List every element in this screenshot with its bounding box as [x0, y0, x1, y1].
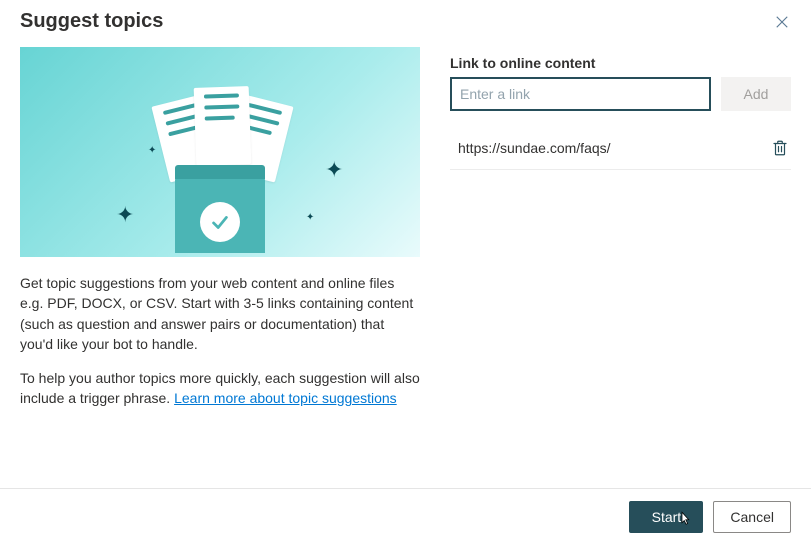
cancel-button[interactable]: Cancel: [713, 501, 791, 533]
panel-footer: Start Cancel: [0, 488, 811, 545]
add-button[interactable]: Add: [721, 77, 791, 111]
trash-icon[interactable]: [771, 139, 789, 157]
link-field-label: Link to online content: [450, 55, 791, 71]
sparkle-icon: ✦: [306, 212, 314, 223]
panel-header: Suggest topics: [0, 0, 811, 33]
sparkle-icon: ✦: [325, 157, 343, 183]
sparkle-icon: ✦: [148, 145, 156, 156]
document-icon: [194, 86, 252, 166]
description-paragraph-1: Get topic suggestions from your web cont…: [20, 273, 420, 354]
right-column: Link to online content Add https://sunda…: [450, 47, 791, 478]
checkmark-icon: [200, 202, 240, 242]
start-button-label: Start: [652, 509, 682, 525]
panel-body: ✦ ✦ ✦ ✦ Get topic suggestions from your …: [0, 33, 811, 488]
link-input[interactable]: [450, 77, 711, 111]
link-list-item: https://sundae.com/faqs/: [450, 129, 791, 170]
illustration: ✦ ✦ ✦ ✦: [20, 47, 420, 257]
link-input-row: Add: [450, 77, 791, 111]
panel-title: Suggest topics: [20, 10, 163, 33]
description-paragraph-2: To help you author topics more quickly, …: [20, 368, 420, 409]
close-icon[interactable]: [773, 13, 791, 31]
sparkle-icon: ✦: [116, 202, 134, 228]
suggest-topics-panel: Suggest topics: [0, 0, 811, 545]
start-button[interactable]: Start: [629, 501, 703, 533]
learn-more-link[interactable]: Learn more about topic suggestions: [174, 390, 397, 406]
left-column: ✦ ✦ ✦ ✦ Get topic suggestions from your …: [20, 47, 420, 478]
description: Get topic suggestions from your web cont…: [20, 273, 420, 423]
link-url-text: https://sundae.com/faqs/: [458, 140, 611, 156]
